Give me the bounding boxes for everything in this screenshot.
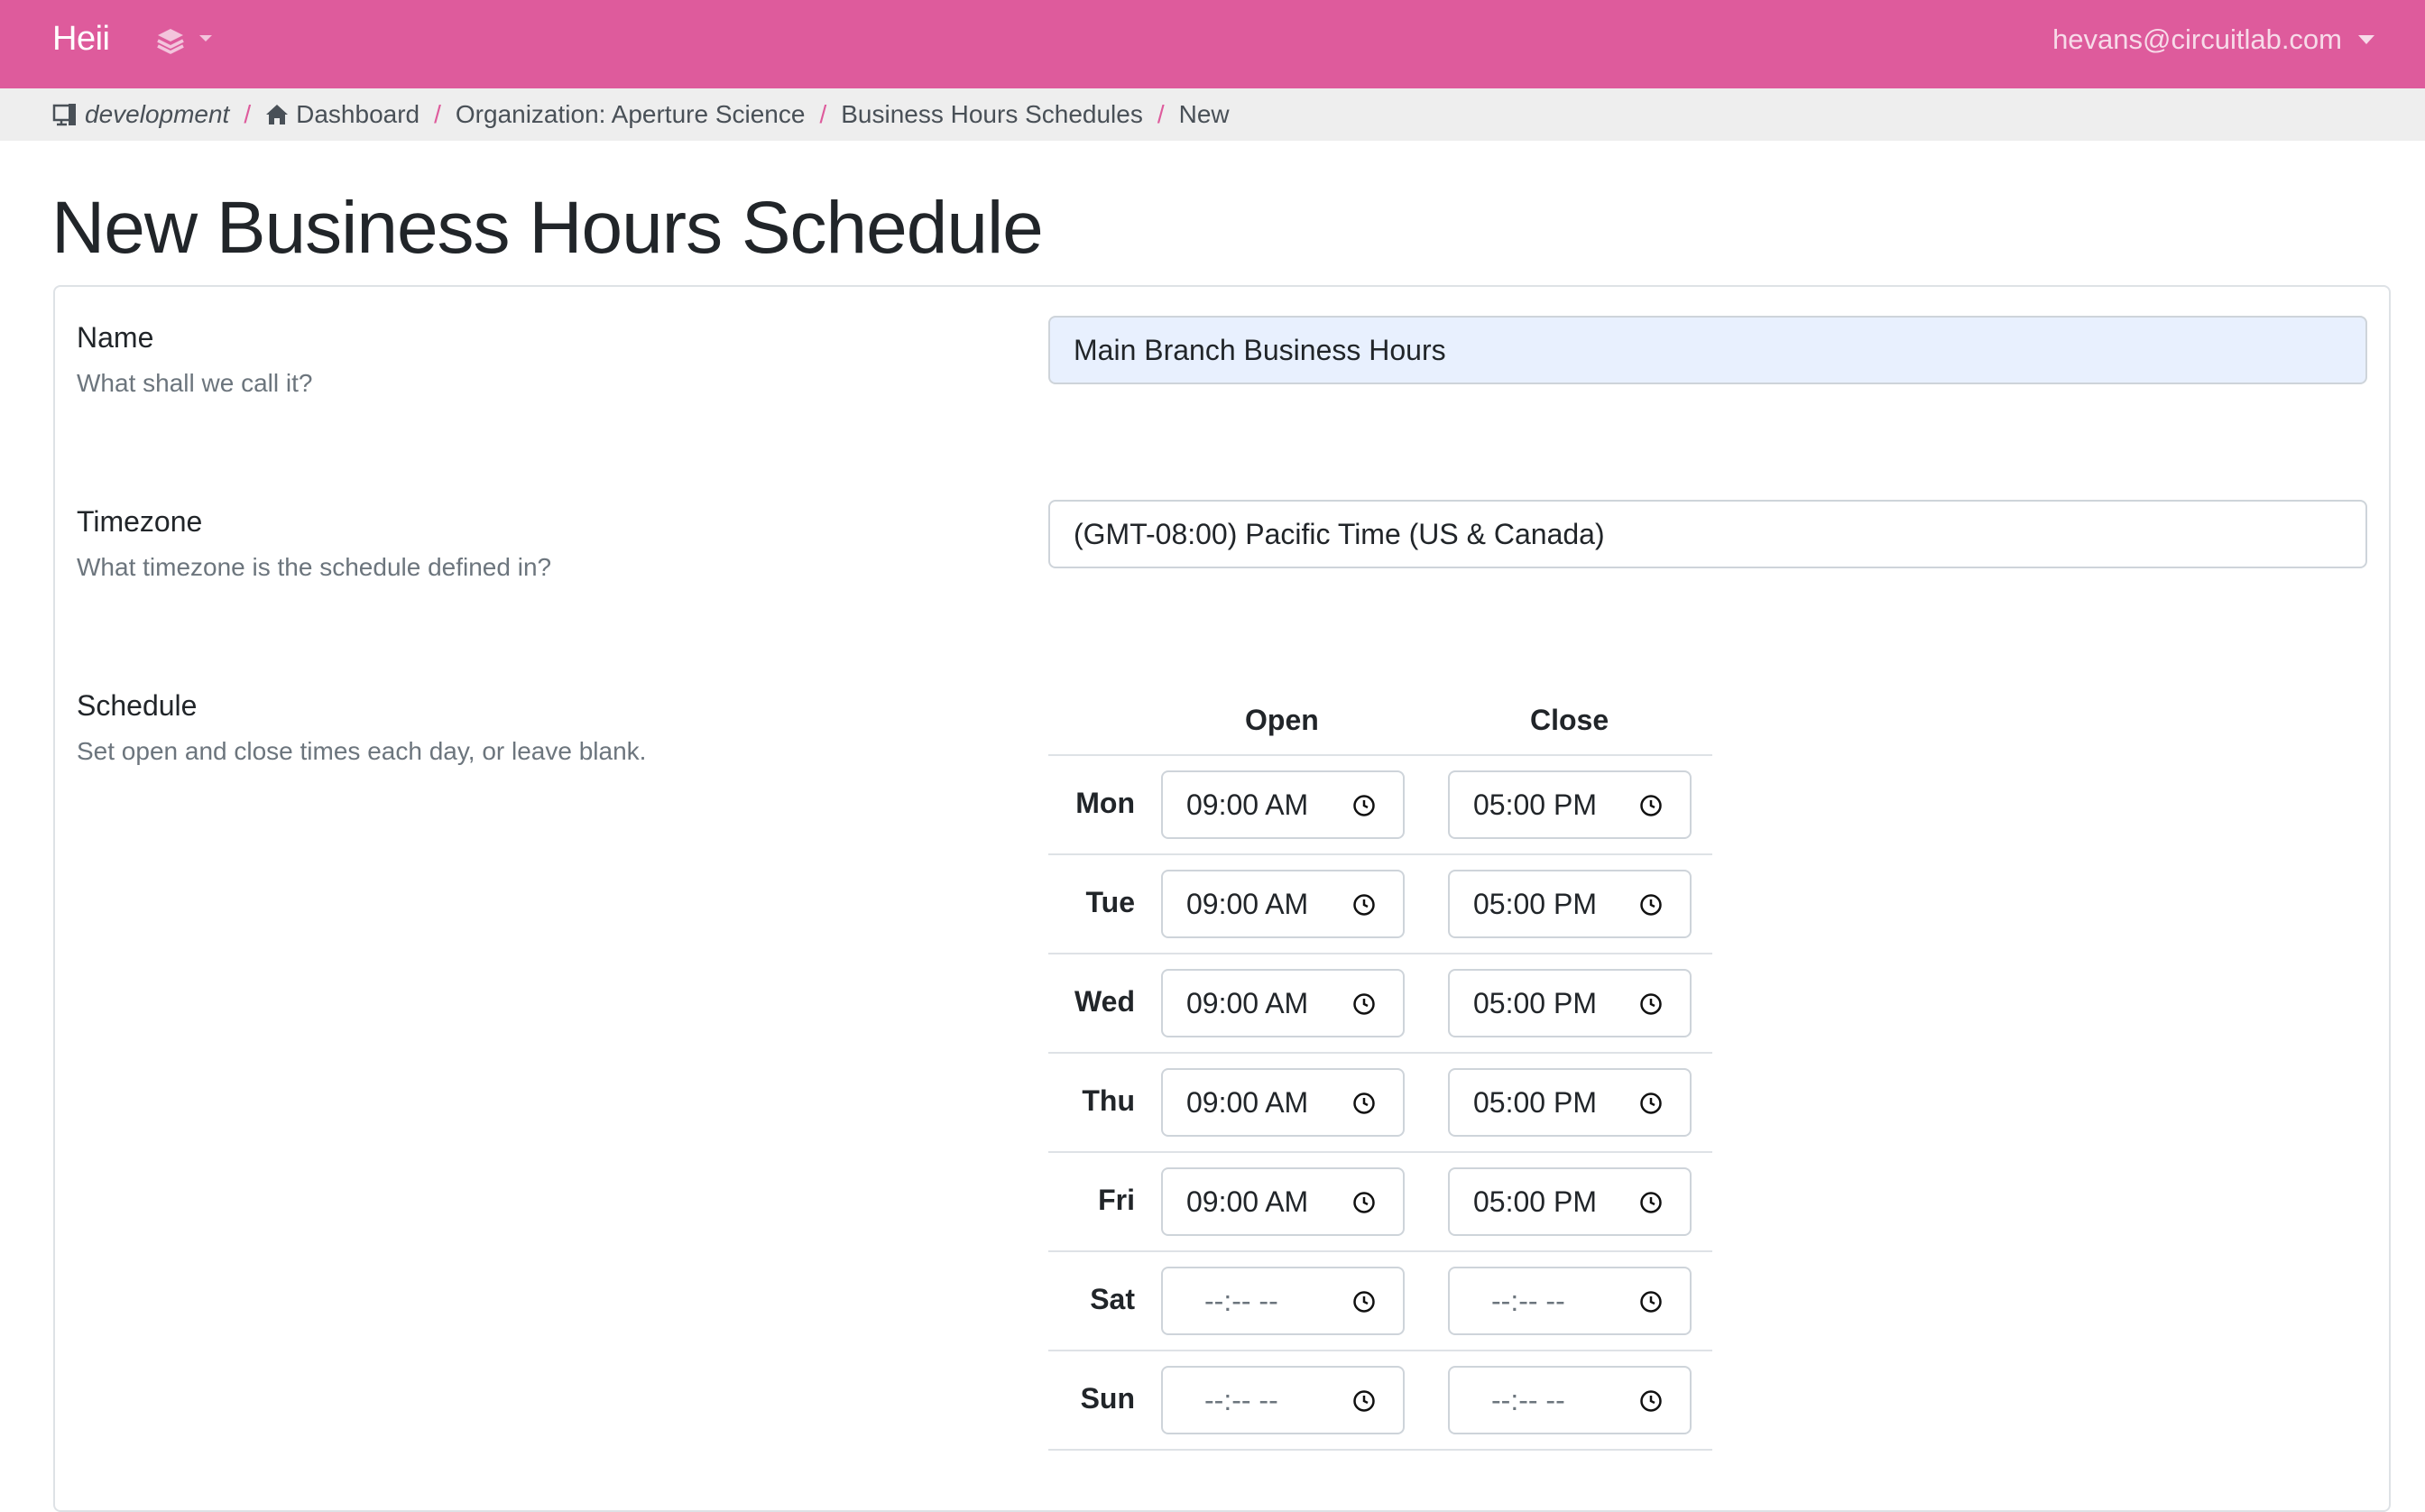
- day-label: Sun: [1080, 1382, 1135, 1415]
- time-value: 05:00 PM: [1473, 986, 1597, 1019]
- layers-icon: [157, 29, 212, 54]
- breadcrumb-environment[interactable]: development /: [52, 100, 265, 129]
- name-input[interactable]: [1048, 316, 2367, 384]
- time-placeholder: --:-- --: [1491, 1284, 1565, 1317]
- clock-icon[interactable]: [1639, 794, 1663, 817]
- schedule-hint: Set open and close times each day, or le…: [77, 737, 647, 765]
- time-value: 05:00 PM: [1473, 1085, 1597, 1119]
- clock-icon[interactable]: [1639, 992, 1663, 1016]
- breadcrumb-separator: /: [244, 100, 252, 128]
- day-label: Mon: [1075, 787, 1135, 819]
- dashboard-link[interactable]: Dashboard: [296, 100, 420, 129]
- open-column-header: Open: [1245, 704, 1319, 736]
- breadcrumb-dashboard[interactable]: Dashboard /: [265, 100, 456, 129]
- schedule-row-thu: Thu 09:00 AM 05:00 PM: [1048, 1054, 1712, 1153]
- schedule-label: Schedule: [77, 689, 198, 722]
- brand-logo[interactable]: Heii: [52, 18, 110, 60]
- schedule-row-wed: Wed 09:00 AM 05:00 PM: [1048, 954, 1712, 1054]
- sat-close-time-input[interactable]: --:-- --: [1448, 1267, 1692, 1335]
- caret-down-icon: [2358, 35, 2374, 44]
- server-icon: [52, 104, 76, 126]
- schedules-link[interactable]: Business Hours Schedules: [841, 100, 1143, 129]
- chevron-down-icon: [199, 35, 212, 41]
- time-value: 09:00 AM: [1186, 788, 1309, 821]
- timezone-hint: What timezone is the schedule defined in…: [77, 553, 552, 581]
- top-navbar: Heii hevans@circuitlab.com: [0, 0, 2425, 88]
- thu-open-time-input[interactable]: 09:00 AM: [1161, 1068, 1405, 1137]
- organization-link[interactable]: Organization: Aperture Science: [456, 100, 806, 129]
- breadcrumb-current: New: [1179, 100, 1230, 129]
- clock-icon[interactable]: [1352, 1092, 1376, 1115]
- breadcrumb: development / Dashboard / Organization: …: [0, 88, 2425, 141]
- close-column-header: Close: [1530, 704, 1609, 736]
- name-label: Name: [77, 321, 154, 354]
- environment-label: development: [85, 100, 230, 128]
- clock-icon[interactable]: [1639, 1389, 1663, 1413]
- clock-icon[interactable]: [1352, 1389, 1376, 1413]
- sun-close-time-input[interactable]: --:-- --: [1448, 1366, 1692, 1434]
- sun-open-time-input[interactable]: --:-- --: [1161, 1366, 1405, 1434]
- mon-close-time-input[interactable]: 05:00 PM: [1448, 770, 1692, 839]
- page-title: New Business Hours Schedule: [51, 187, 1044, 269]
- fri-open-time-input[interactable]: 09:00 AM: [1161, 1167, 1405, 1236]
- schedule-row-mon: Mon 09:00 AM 05:00 PM: [1048, 756, 1712, 855]
- clock-icon[interactable]: [1352, 1290, 1376, 1314]
- user-email: hevans@circuitlab.com: [2052, 23, 2342, 55]
- fri-close-time-input[interactable]: 05:00 PM: [1448, 1167, 1692, 1236]
- clock-icon[interactable]: [1352, 893, 1376, 917]
- schedule-row-tue: Tue 09:00 AM 05:00 PM: [1048, 855, 1712, 954]
- clock-icon[interactable]: [1639, 1290, 1663, 1314]
- time-value: 09:00 AM: [1186, 887, 1309, 920]
- schedule-header-row: Open Close: [1048, 686, 1712, 756]
- timezone-selected-value: (GMT-08:00) Pacific Time (US & Canada): [1074, 517, 1605, 550]
- name-hint: What shall we call it?: [77, 369, 313, 397]
- clock-icon[interactable]: [1639, 1092, 1663, 1115]
- user-menu[interactable]: hevans@circuitlab.com: [2052, 20, 2374, 60]
- layers-menu-toggle[interactable]: [153, 23, 218, 60]
- day-label: Fri: [1098, 1184, 1135, 1216]
- time-placeholder: --:-- --: [1204, 1284, 1278, 1317]
- wed-close-time-input[interactable]: 05:00 PM: [1448, 969, 1692, 1037]
- tue-open-time-input[interactable]: 09:00 AM: [1161, 870, 1405, 938]
- timezone-label: Timezone: [77, 505, 203, 538]
- time-placeholder: --:-- --: [1204, 1383, 1278, 1416]
- time-value: 09:00 AM: [1186, 1185, 1309, 1218]
- time-value: 05:00 PM: [1473, 887, 1597, 920]
- breadcrumb-schedules[interactable]: Business Hours Schedules /: [841, 100, 1178, 129]
- day-label: Wed: [1074, 985, 1135, 1018]
- breadcrumb-separator: /: [819, 100, 827, 128]
- schedule-row-sat: Sat --:-- -- --:-- --: [1048, 1252, 1712, 1351]
- clock-icon[interactable]: [1352, 992, 1376, 1016]
- timezone-select[interactable]: (GMT-08:00) Pacific Time (US & Canada): [1048, 500, 2367, 568]
- schedule-row-fri: Fri 09:00 AM 05:00 PM: [1048, 1153, 1712, 1252]
- day-label: Sat: [1090, 1283, 1135, 1315]
- time-value: 05:00 PM: [1473, 788, 1597, 821]
- time-placeholder: --:-- --: [1491, 1383, 1565, 1416]
- day-label: Thu: [1082, 1084, 1135, 1117]
- time-value: 05:00 PM: [1473, 1185, 1597, 1218]
- thu-close-time-input[interactable]: 05:00 PM: [1448, 1068, 1692, 1137]
- breadcrumb-separator: /: [1157, 100, 1165, 128]
- time-value: 09:00 AM: [1186, 986, 1309, 1019]
- current-page-label: New: [1178, 100, 1230, 128]
- clock-icon[interactable]: [1639, 893, 1663, 917]
- wed-open-time-input[interactable]: 09:00 AM: [1161, 969, 1405, 1037]
- schedule-row-sun: Sun --:-- -- --:-- --: [1048, 1351, 1712, 1451]
- clock-icon[interactable]: [1639, 1191, 1663, 1214]
- clock-icon[interactable]: [1352, 1191, 1376, 1214]
- home-icon: [266, 105, 289, 124]
- schedule-table: Open Close Mon 09:00 AM 05:00 PM Tue 09:…: [1048, 686, 1712, 1451]
- day-label: Tue: [1085, 886, 1135, 918]
- sat-open-time-input[interactable]: --:-- --: [1161, 1267, 1405, 1335]
- tue-close-time-input[interactable]: 05:00 PM: [1448, 870, 1692, 938]
- time-value: 09:00 AM: [1186, 1085, 1309, 1119]
- breadcrumb-separator: /: [434, 100, 441, 128]
- breadcrumb-organization[interactable]: Organization: Aperture Science /: [456, 100, 841, 129]
- clock-icon[interactable]: [1352, 794, 1376, 817]
- mon-open-time-input[interactable]: 09:00 AM: [1161, 770, 1405, 839]
